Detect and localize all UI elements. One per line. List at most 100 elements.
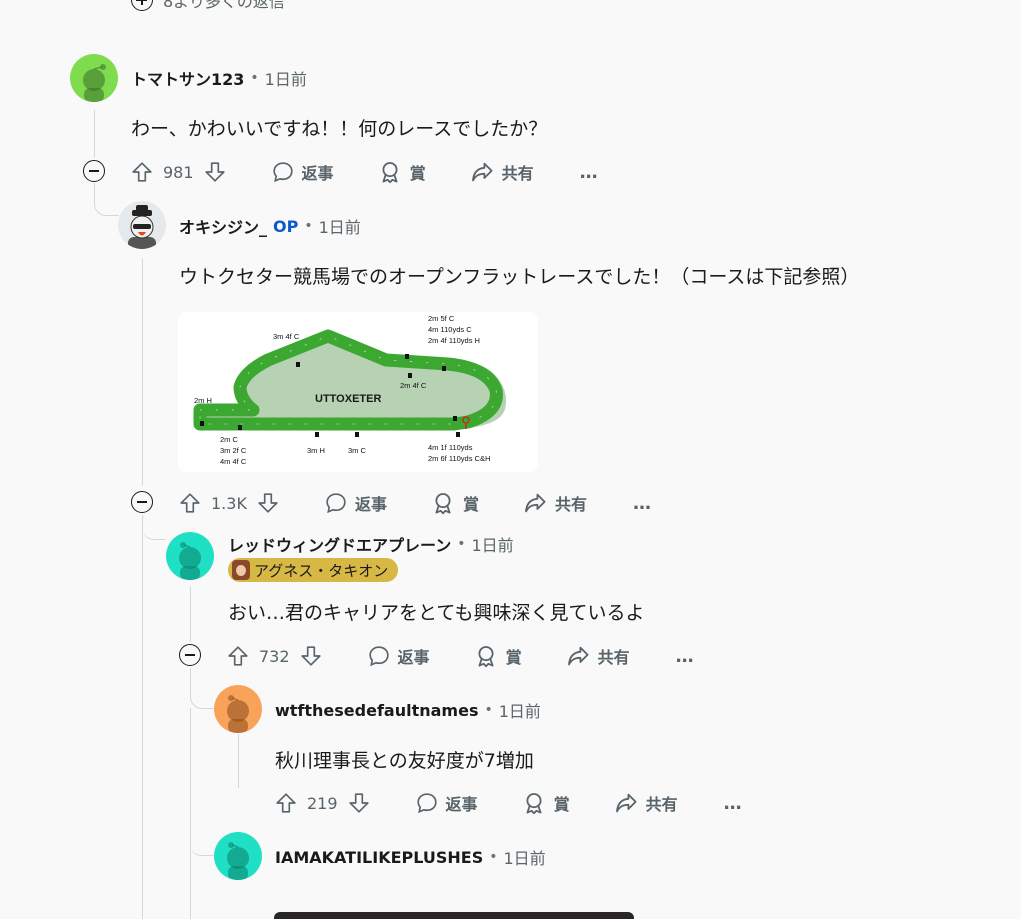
comment-bubble-icon	[368, 646, 389, 667]
svg-text:3m C: 3m C	[348, 446, 367, 455]
thread-elbow-2	[142, 515, 166, 540]
timestamp[interactable]: 1日前	[265, 66, 307, 90]
timestamp[interactable]: 1日前	[471, 532, 513, 556]
svg-text:2m C: 2m C	[220, 435, 239, 444]
thread-elbow-4	[190, 815, 214, 856]
more-replies-label: 8より多くの返信	[163, 0, 285, 11]
thread-line-3b	[190, 708, 191, 919]
snoo-icon	[83, 64, 106, 102]
upvote-icon[interactable]	[179, 492, 201, 514]
svg-text:3m 4f C: 3m 4f C	[273, 332, 300, 341]
comment-image[interactable]	[274, 912, 634, 919]
comment-bubble-icon	[326, 493, 346, 514]
award-icon	[435, 493, 451, 515]
avatar[interactable]	[214, 832, 262, 880]
comment-body: ウトクセター競馬場でのオープンフラットレースでした！（コースは下記参照）	[179, 266, 860, 288]
user-flair: アグネス・タキオン	[228, 558, 399, 582]
username[interactable]: オキシジン_	[179, 214, 267, 238]
snoo-avatar-icon	[128, 205, 156, 249]
course-map-image[interactable]: UTTOXETER 3m 4f C 2m 5f C 4m 110yds C 2m…	[178, 312, 538, 472]
share-button[interactable]: 共有	[614, 791, 678, 815]
reply-button[interactable]: 返事	[325, 491, 387, 515]
collapse-button[interactable]	[83, 160, 105, 182]
award-button[interactable]: 賞	[378, 160, 426, 184]
share-button[interactable]: 共有	[566, 644, 630, 668]
op-badge: OP	[273, 216, 299, 236]
racecourse-map: UTTOXETER 3m 4f C 2m 5f C 4m 110yds C 2m…	[193, 314, 507, 466]
thread-line-1	[94, 110, 95, 158]
flair-character-image	[232, 560, 250, 580]
flair-text: アグネス・タキオン	[254, 561, 389, 580]
course-name: UTTOXETER	[315, 393, 381, 405]
timestamp[interactable]: 1日前	[499, 698, 541, 722]
downvote-icon[interactable]	[300, 645, 322, 667]
vote-group: 219	[275, 792, 370, 814]
comment-meta: オキシジン_ OP • 1日前	[179, 214, 361, 238]
avatar[interactable]	[118, 201, 166, 249]
more-options-button[interactable]: …	[724, 793, 742, 814]
reply-button[interactable]: 返事	[272, 160, 334, 184]
share-arrow-icon	[567, 646, 589, 666]
svg-text:2m 5f C: 2m 5f C	[428, 314, 455, 323]
thread-line-4	[238, 734, 239, 788]
svg-text:4m 110yds C: 4m 110yds C	[428, 325, 472, 334]
reply-button[interactable]: 返事	[368, 644, 430, 668]
username[interactable]: トマトサン123	[131, 66, 244, 90]
upvote-icon[interactable]	[275, 792, 297, 814]
avatar[interactable]	[70, 54, 118, 102]
vote-count: 1.3K	[211, 493, 247, 513]
svg-text:2m H: 2m H	[194, 396, 212, 405]
snoo-icon	[179, 542, 201, 580]
award-button[interactable]: 賞	[522, 791, 570, 815]
svg-text:4m 1f 110yds: 4m 1f 110yds	[428, 443, 473, 452]
collapse-button[interactable]	[179, 644, 201, 666]
comment-body: わー、かわいいですね！！何のレースでしたか？	[131, 118, 548, 140]
share-arrow-icon	[525, 493, 546, 513]
award-button[interactable]: 賞	[474, 644, 522, 668]
vote-group: 981	[131, 161, 226, 183]
share-button[interactable]: 共有	[470, 160, 534, 184]
avatar[interactable]	[214, 685, 262, 733]
thread-line-2	[142, 258, 143, 486]
more-options-button[interactable]: …	[580, 162, 598, 183]
vote-group: 732	[227, 645, 322, 667]
comment-actions: 732 返事 賞 共有 …	[227, 640, 694, 672]
downvote-icon[interactable]	[348, 792, 370, 814]
svg-text:3m H: 3m H	[307, 446, 325, 455]
plus-circle-icon	[131, 0, 153, 11]
svg-text:4m 4f C: 4m 4f C	[220, 457, 247, 466]
more-replies-button[interactable]: 8より多くの返信	[131, 0, 285, 12]
thread-line-3	[190, 586, 191, 642]
award-icon	[478, 646, 494, 668]
more-options-button[interactable]: …	[633, 493, 651, 514]
collapse-button[interactable]	[131, 491, 153, 513]
thread-line-2b	[142, 515, 143, 919]
vote-group: 1.3K	[179, 492, 279, 514]
upvote-icon[interactable]	[227, 645, 249, 667]
comment-body: 秋川理事長との友好度が7増加	[275, 750, 534, 772]
comment-meta: レッドウィングドエアプレーン • 1日前	[228, 532, 514, 556]
username[interactable]: IAMAKATILIKEPLUSHES	[275, 848, 483, 867]
share-arrow-icon	[615, 793, 637, 813]
avatar[interactable]	[166, 532, 214, 580]
comment-body: おい…君のキャリアをとても興味深く見ているよ	[228, 602, 645, 624]
award-button[interactable]: 賞	[431, 491, 479, 515]
share-button[interactable]: 共有	[523, 491, 587, 515]
more-options-button[interactable]: …	[676, 646, 694, 667]
reply-button[interactable]: 返事	[416, 791, 478, 815]
username[interactable]: wtfthesedefaultnames	[275, 701, 478, 720]
comment-actions: 1.3K 返事 賞 共有 …	[179, 487, 651, 519]
award-icon	[526, 793, 542, 815]
upvote-icon[interactable]	[131, 161, 153, 183]
vote-count: 219	[307, 793, 338, 813]
svg-text:2m 4f C: 2m 4f C	[400, 381, 427, 390]
downvote-icon[interactable]	[204, 161, 226, 183]
timestamp[interactable]: 1日前	[319, 214, 361, 238]
downvote-icon[interactable]	[257, 492, 279, 514]
timestamp[interactable]: 1日前	[504, 845, 546, 869]
thread-elbow-3	[190, 668, 215, 709]
award-icon	[382, 162, 398, 184]
username[interactable]: レッドウィングドエアプレーン	[228, 532, 451, 556]
comment-bubble-icon	[272, 162, 293, 183]
comment-bubble-icon	[416, 793, 437, 814]
